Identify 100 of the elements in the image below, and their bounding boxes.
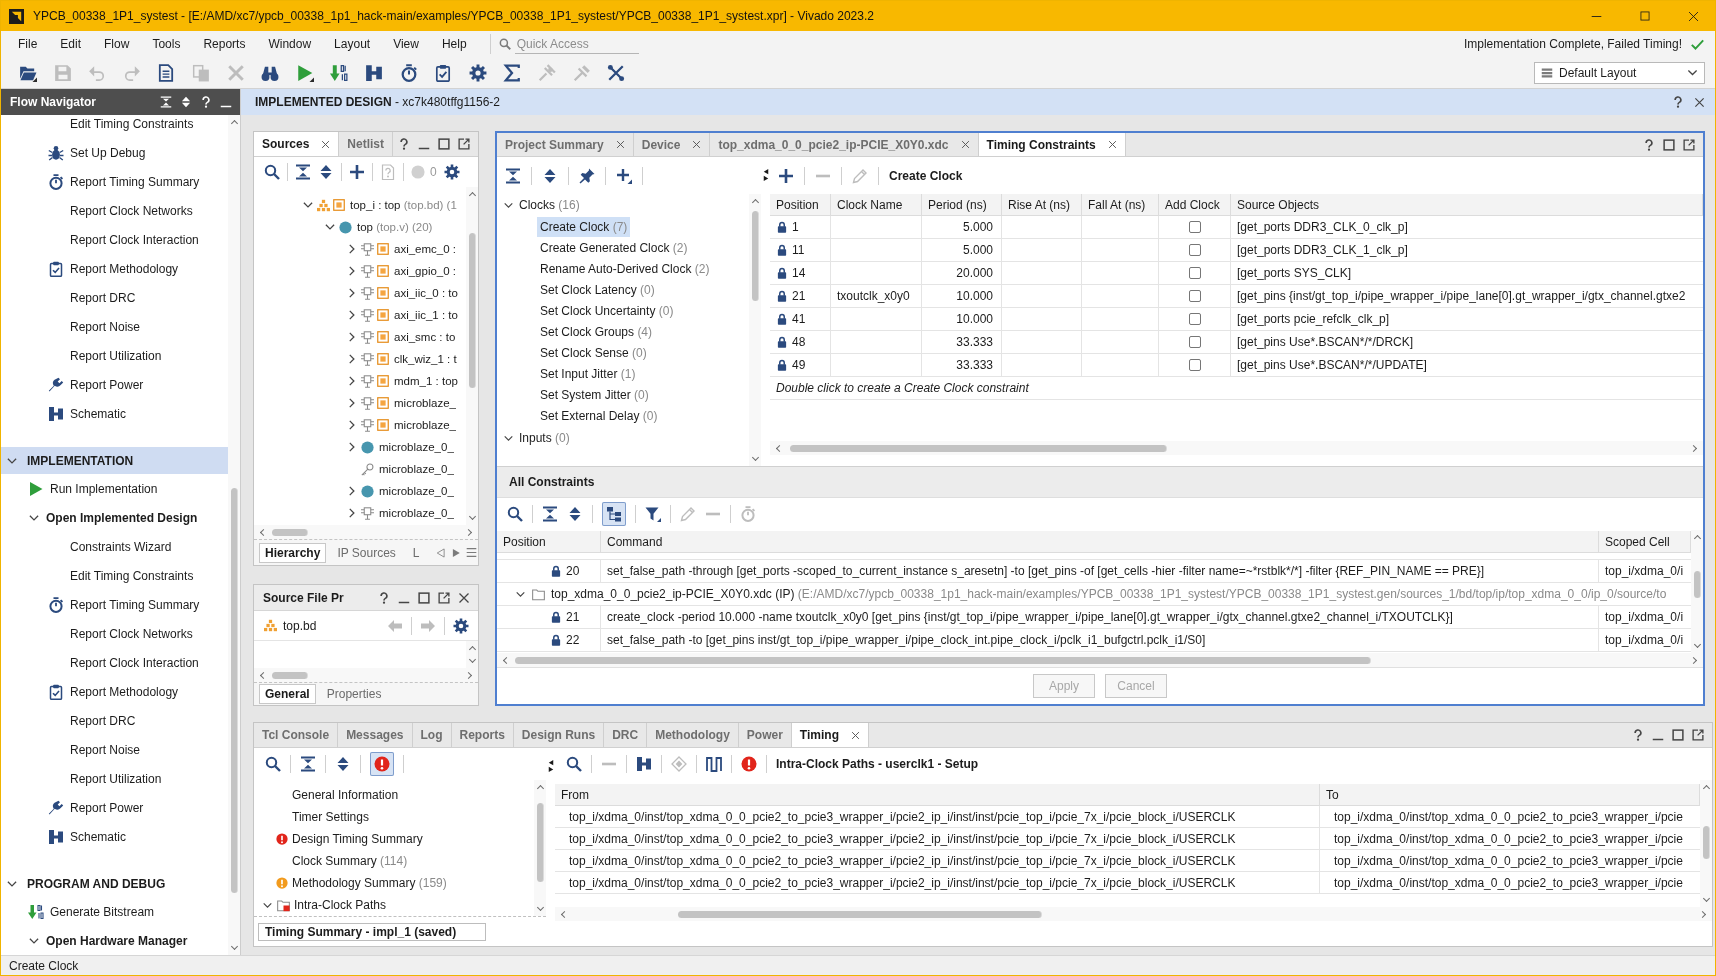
column-header[interactable]: Rise At (ns) xyxy=(1002,194,1082,215)
help-icon[interactable] xyxy=(1672,96,1684,108)
tab[interactable]: top_xdma_0_0_pcie2_ip-PCIE_X0Y0.xdc xyxy=(710,133,979,156)
document-icon[interactable] xyxy=(157,63,176,82)
tree-item[interactable]: Clock Summary (114) xyxy=(292,850,408,872)
plus-menu-icon[interactable] xyxy=(616,167,632,184)
column-header[interactable]: From xyxy=(555,784,1320,805)
nav-item[interactable]: Schematic xyxy=(48,822,127,851)
menu-item[interactable]: File xyxy=(18,37,38,51)
clipboard-check-icon[interactable] xyxy=(434,63,453,82)
help-icon[interactable] xyxy=(1632,729,1644,741)
tab[interactable]: Timing xyxy=(791,723,869,747)
nav-item[interactable]: Report Clock Networks xyxy=(70,619,193,648)
tree-item[interactable]: Set Clock Latency (0) xyxy=(537,280,658,300)
error-icon[interactable] xyxy=(370,752,394,776)
tab[interactable]: Hierarchy xyxy=(259,542,327,563)
tab[interactable]: Methodology xyxy=(647,723,739,747)
tree-item[interactable]: Set Input Jitter (1) xyxy=(537,364,639,384)
maximize-icon[interactable] xyxy=(438,138,450,150)
tree-item[interactable]: Set Clock Groups (4) xyxy=(537,322,656,342)
play-icon[interactable] xyxy=(295,63,314,82)
nav-item[interactable]: Run Implementation xyxy=(28,474,158,503)
tab[interactable]: Reports xyxy=(451,723,514,747)
maximize-icon[interactable] xyxy=(418,591,430,604)
tree-item[interactable]: microblaze_0_ xyxy=(346,458,454,480)
quick-access-field[interactable]: Quick Access xyxy=(514,34,639,54)
splitter-arrows-icon[interactable] xyxy=(762,169,769,181)
expand-all-icon[interactable] xyxy=(318,164,334,180)
tree-item[interactable]: top_xdma_0_0_pcie2_ip-PCIE_X0Y0.xdc (IP) (E:/AMD/xc7/ypcb_00338_1p1_hack-main/examples/YPCB_00338_1P1_systest/YPCB_00338_1P1_systest.gen/sources_1/bd/top/ip/top_xdma_0_0/ip_0/source/to xyxy=(497,583,1667,605)
collapse-all-icon[interactable] xyxy=(295,164,311,180)
settings-icon[interactable] xyxy=(468,63,487,82)
hierarchy-icon[interactable] xyxy=(602,502,626,526)
download-arrow-icon[interactable] xyxy=(330,63,349,82)
collapse-all-icon[interactable] xyxy=(542,506,558,522)
maximize-icon[interactable] xyxy=(1640,11,1650,21)
expand-all-icon[interactable] xyxy=(567,506,583,522)
pushpin-icon[interactable] xyxy=(579,167,595,184)
checkbox[interactable] xyxy=(1188,221,1201,233)
menu-item[interactable]: Window xyxy=(268,37,312,51)
close-icon[interactable] xyxy=(1694,96,1705,108)
tab[interactable]: IP Sources xyxy=(331,542,402,563)
tab[interactable]: Power xyxy=(738,723,792,747)
tree-item[interactable]: mdm_1 : top xyxy=(346,370,458,392)
nav-item[interactable]: Report Clock Interaction xyxy=(70,225,199,254)
menu-item[interactable]: Tools xyxy=(152,37,181,51)
checkbox[interactable] xyxy=(1188,267,1201,279)
tree-item[interactable]: Design Timing Summary xyxy=(276,828,423,850)
search-icon[interactable] xyxy=(566,756,582,772)
close-icon[interactable] xyxy=(458,591,470,604)
tab[interactable]: General xyxy=(259,684,316,704)
tree-item[interactable]: axi_emc_0 : xyxy=(346,238,456,260)
vertical-scrollbar[interactable] xyxy=(1700,780,1712,907)
nav-item[interactable]: Report Utilization xyxy=(70,341,162,370)
nav-item[interactable]: Edit Timing Constraints xyxy=(70,115,194,138)
float-window-icon[interactable] xyxy=(438,591,450,604)
help-icon[interactable] xyxy=(1643,138,1655,151)
triangle-left-icon[interactable] xyxy=(435,547,446,558)
nav-item[interactable]: Edit Timing Constraints xyxy=(70,561,194,590)
tree-item[interactable]: axi_iic_0 : to xyxy=(346,282,458,304)
column-header[interactable]: Period (ns) xyxy=(922,194,1002,215)
tree-item[interactable]: microblaze_0_ xyxy=(346,480,454,502)
vertical-scrollbar[interactable] xyxy=(534,780,546,916)
horizontal-scrollbar[interactable] xyxy=(497,653,1703,667)
menu-item[interactable]: Help xyxy=(441,37,467,51)
nav-item[interactable]: Set Up Debug xyxy=(48,138,146,167)
nav-item[interactable]: Report Utilization xyxy=(70,764,162,793)
tree-item[interactable]: Set Clock Sense (0) xyxy=(537,343,650,363)
close-icon[interactable] xyxy=(1107,140,1117,149)
menu-item[interactable]: View xyxy=(393,37,419,51)
checkbox[interactable] xyxy=(1188,359,1201,371)
column-header[interactable]: Source Objects xyxy=(1231,194,1703,215)
column-header[interactable]: Add Clock xyxy=(1159,194,1231,215)
tree-item[interactable]: Clocks (16) xyxy=(503,194,580,216)
tree-item[interactable]: Timer Settings xyxy=(292,806,369,828)
nav-item[interactable]: Report Clock Interaction xyxy=(70,648,199,677)
nav-item[interactable]: Report Noise xyxy=(70,735,141,764)
nav-item[interactable]: Report DRC xyxy=(70,283,136,312)
vertical-scrollbar[interactable] xyxy=(466,187,478,525)
tab[interactable]: Tcl Console xyxy=(254,723,339,747)
tree-item[interactable]: Inputs (0) xyxy=(503,427,570,449)
float-window-icon[interactable] xyxy=(458,138,470,150)
layout-dropdown[interactable]: Default Layout xyxy=(1534,61,1705,84)
column-header[interactable]: Clock Name xyxy=(831,194,922,215)
expand-all-icon[interactable] xyxy=(335,756,351,772)
tab[interactable]: Project Summary xyxy=(497,133,634,156)
tree-item[interactable]: microblaze_0_ xyxy=(346,436,454,458)
tree-item[interactable]: Create Clock (7) xyxy=(537,217,631,237)
tab[interactable]: Messages xyxy=(338,723,413,747)
tab[interactable]: L xyxy=(406,542,426,563)
nav-item[interactable]: Report Timing Summary xyxy=(48,590,200,619)
help-icon[interactable] xyxy=(378,591,390,604)
search-icon[interactable] xyxy=(507,506,523,522)
tree-item[interactable]: Set External Delay (0) xyxy=(537,406,661,426)
close-icon[interactable] xyxy=(960,140,970,149)
vertical-scrollbar[interactable] xyxy=(228,115,240,955)
close-icon[interactable] xyxy=(615,140,625,149)
tree-item[interactable]: Set System Jitter (0) xyxy=(537,385,652,405)
tree-item[interactable]: Intra-Clock Paths xyxy=(262,894,387,916)
schematic-icon[interactable] xyxy=(636,756,652,772)
expand-all-icon[interactable] xyxy=(542,167,558,184)
